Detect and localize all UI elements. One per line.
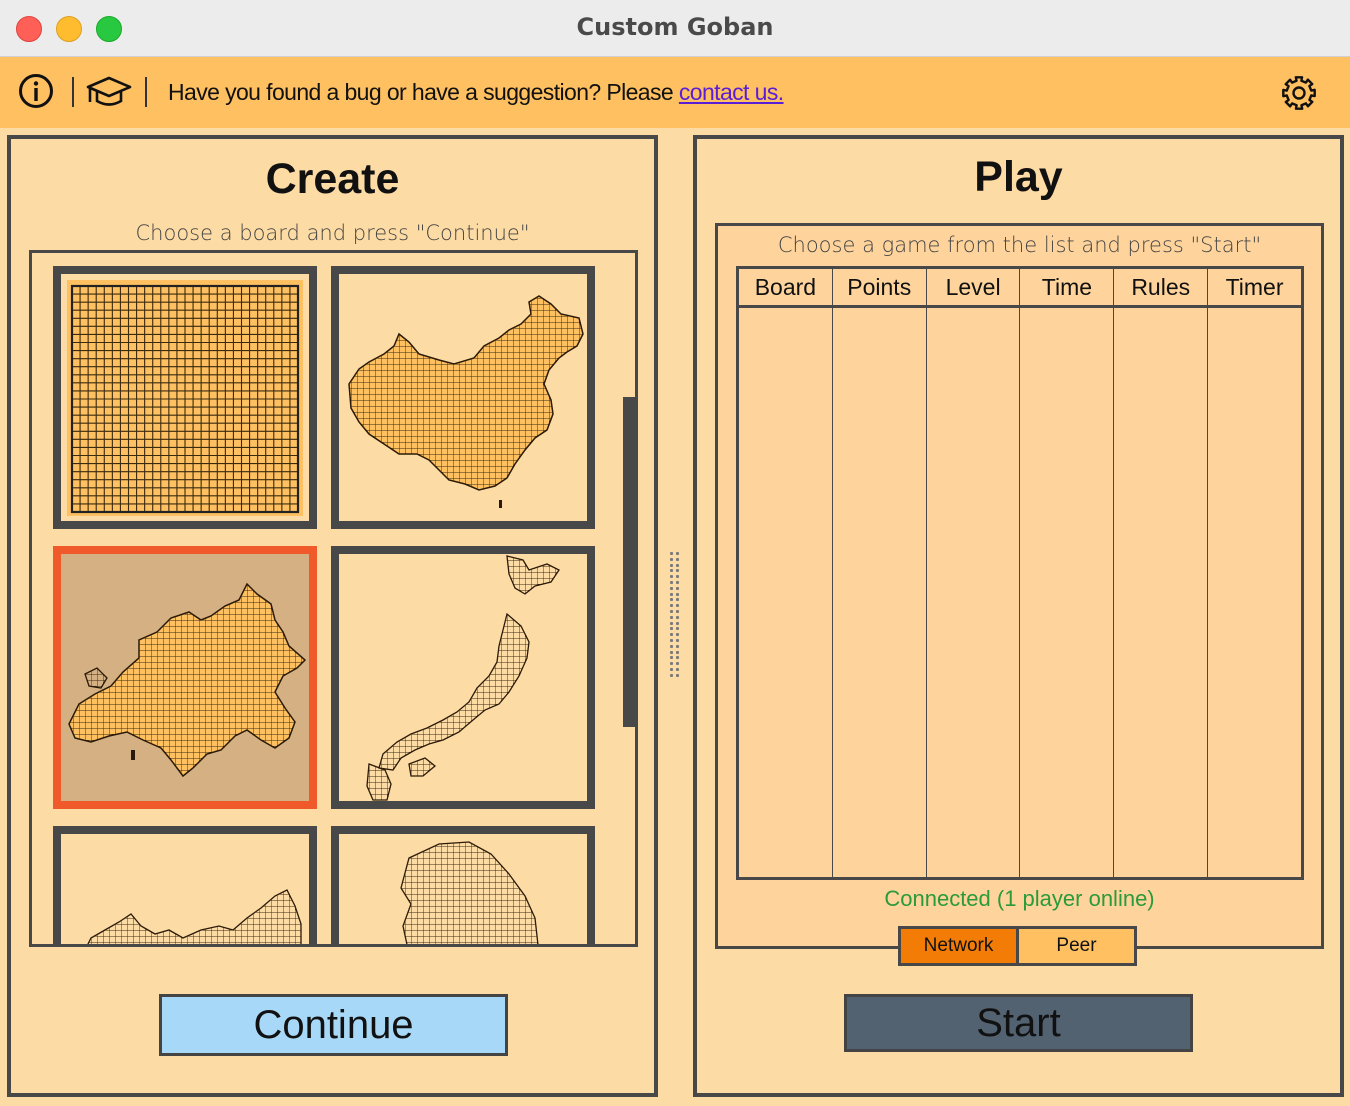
board-list[interactable] [29,250,638,947]
contact-us-link[interactable]: contact us. [679,79,784,105]
splitter-grip-dot [676,581,679,584]
create-subtitle: Choose a board and press "Continue" [135,221,530,245]
splitter-grip-dot [670,633,673,637]
column-time: Time [1020,269,1115,877]
splitter-grip-dot [676,627,679,631]
column-timer: Timer [1208,269,1301,877]
games-table[interactable]: Board Points Level Time Rules Timer [736,266,1304,880]
splitter-grip-dot [676,563,679,567]
start-button[interactable]: Start [844,994,1193,1052]
splitter-grip-dot [670,592,673,596]
window-title: Custom Goban [576,13,774,41]
board-tile-china[interactable] [331,266,595,529]
splitter-grip-dot [676,586,679,590]
board-tile-eurasia[interactable] [53,546,317,809]
splitter-grip-dot [670,650,673,654]
toolbar: Have you found a bug or have a suggestio… [0,57,1350,128]
splitter-grip-dot [670,673,673,677]
splitter-grip-dot [676,639,679,642]
title-bar: Custom Goban [0,0,1350,57]
splitter-grip-dot [670,557,673,561]
board-tile-japan[interactable] [331,546,595,809]
column-header-rules[interactable]: Rules [1114,269,1208,308]
splitter-grip-dot [676,557,679,561]
column-header-board[interactable]: Board [739,269,832,308]
splitter-grip-dot [670,621,673,625]
game-list-box: Choose a game from the list and press "S… [715,223,1324,949]
splitter-grip-dot [670,563,673,567]
column-board: Board [739,269,833,877]
splitter-grip-dot [676,552,679,555]
splitter-grip-dot [670,604,673,608]
panel-splitter-handle[interactable] [668,552,682,680]
splitter-grip-dot [676,575,679,579]
splitter-grip-dot [676,604,679,608]
create-title: Create [265,155,400,203]
splitter-grip-dot [676,598,679,602]
feedback-message: Have you found a bug or have a suggestio… [168,79,784,106]
splitter-grip-dot [670,575,673,579]
board-tile-partial-1[interactable] [53,826,317,944]
board-tile-square[interactable] [53,266,317,529]
splitter-grip-dot [670,639,673,642]
info-icon[interactable] [18,73,54,114]
splitter-grip-dot [676,644,679,648]
splitter-grip-dot [670,581,673,584]
column-header-level[interactable]: Level [926,269,1020,308]
connection-status: Connected (1 player online) [884,886,1155,911]
board-tile-partial-2[interactable] [331,826,595,944]
continue-button[interactable]: Continue [159,994,508,1056]
splitter-grip-dot [670,656,673,660]
feedback-text: Have you found a bug or have a suggestio… [168,79,679,105]
create-panel: Create Choose a board and press "Continu… [7,135,658,1097]
gear-icon[interactable] [1280,74,1318,117]
play-subtitle: Choose a game from the list and press "S… [777,233,1262,257]
splitter-grip-dot [676,569,679,573]
splitter-grip-dot [676,610,679,613]
splitter-grip-dot [670,627,673,631]
splitter-grip-dot [670,598,673,602]
splitter-grip-dot [670,586,673,590]
column-level: Level [926,269,1021,877]
mode-peer-tab[interactable]: Peer [1016,926,1137,966]
graduation-cap-icon[interactable] [86,75,132,114]
splitter-grip-dot [670,668,673,671]
splitter-grip-dot [670,662,673,666]
splitter-grip-dot [676,650,679,654]
splitter-grip-dot [670,569,673,573]
board-list-scrollbar[interactable] [623,397,637,727]
column-points: Points [832,269,927,877]
splitter-grip-dot [676,621,679,625]
play-title: Play [974,153,1063,201]
splitter-grip-dot [676,592,679,596]
splitter-grip-dot [676,668,679,671]
column-header-time[interactable]: Time [1020,269,1114,308]
splitter-grip-dot [676,615,679,619]
play-panel: Play Choose a game from the list and pre… [693,135,1344,1097]
toolbar-divider [145,77,147,107]
splitter-grip-dot [676,656,679,660]
splitter-grip-dot [670,615,673,619]
splitter-grip-dot [676,633,679,637]
column-rules: Rules [1114,269,1209,877]
splitter-grip-dot [670,610,673,613]
splitter-grip-dot [670,644,673,648]
toolbar-divider [72,77,74,107]
splitter-grip-dot [676,673,679,677]
splitter-grip-dot [670,552,673,555]
column-header-timer[interactable]: Timer [1208,269,1301,308]
column-header-points[interactable]: Points [832,269,926,308]
mode-network-tab[interactable]: Network [898,926,1019,966]
splitter-grip-dot [676,662,679,666]
